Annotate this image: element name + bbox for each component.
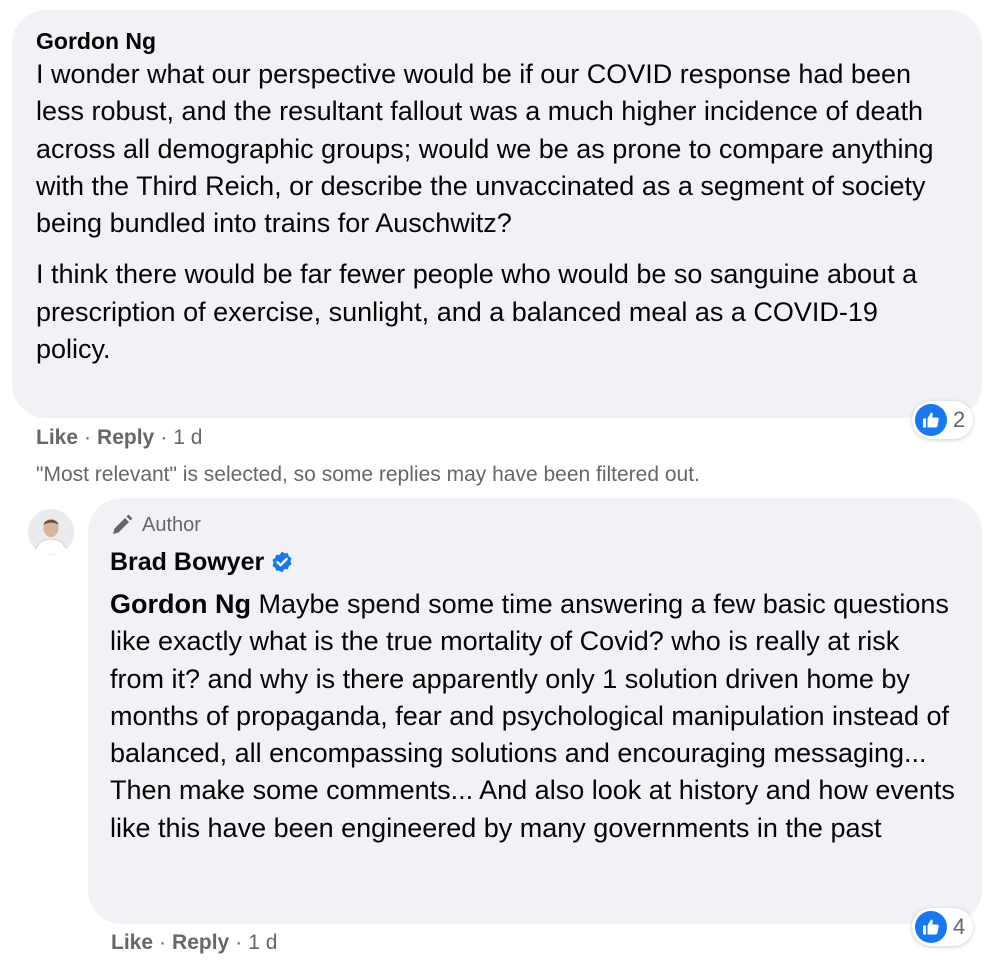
mention-link[interactable]: Gordon Ng — [110, 589, 251, 619]
reply-body: Maybe spend some time answering a few ba… — [110, 589, 955, 843]
thumbs-up-icon — [915, 911, 947, 943]
comment-like-button[interactable]: Like — [36, 425, 78, 451]
reply-text: Gordon Ng Maybe spend some time answerin… — [110, 586, 960, 847]
comment-actions: Like · Reply · 1 d — [36, 425, 202, 451]
comment-bubble: Gordon Ng I wonder what our perspective … — [12, 10, 982, 418]
separator-dot: · — [235, 931, 243, 954]
reply-actions: Like · Reply · 1 d — [111, 930, 277, 956]
reply-reactions[interactable]: 4 — [912, 908, 974, 946]
verified-badge-icon — [272, 551, 292, 573]
reply-bubble: Author Brad Bowyer Gordon Ng Maybe spend… — [88, 498, 982, 924]
reply-like-button[interactable]: Like — [111, 930, 153, 956]
separator-dot: · — [159, 931, 167, 954]
filter-note: "Most relevant" is selected, so some rep… — [36, 463, 700, 486]
comment-reactions[interactable]: 2 — [912, 401, 974, 439]
thumbs-up-icon — [915, 404, 947, 436]
avatar[interactable] — [28, 509, 74, 555]
reply-timestamp[interactable]: 1 d — [248, 930, 277, 956]
reply-reaction-count: 4 — [953, 914, 966, 939]
comment-timestamp[interactable]: 1 d — [173, 425, 202, 451]
comment-reaction-count: 2 — [953, 407, 966, 432]
reply-author[interactable]: Brad Bowyer — [110, 547, 264, 577]
comment-paragraph-1: I wonder what our perspective would be i… — [36, 59, 934, 239]
author-badge-label: Author — [142, 514, 201, 536]
pen-icon — [113, 514, 133, 534]
reply-author-row: Brad Bowyer — [110, 544, 960, 580]
comment-author[interactable]: Gordon Ng — [36, 26, 958, 56]
comment-reply-button[interactable]: Reply — [97, 425, 154, 451]
separator-dot: · — [160, 426, 168, 449]
comment-paragraph-2: I think there would be far fewer people … — [36, 259, 918, 365]
reply-reply-button[interactable]: Reply — [172, 930, 229, 956]
separator-dot: · — [84, 426, 92, 449]
author-badge: Author — [110, 512, 960, 538]
